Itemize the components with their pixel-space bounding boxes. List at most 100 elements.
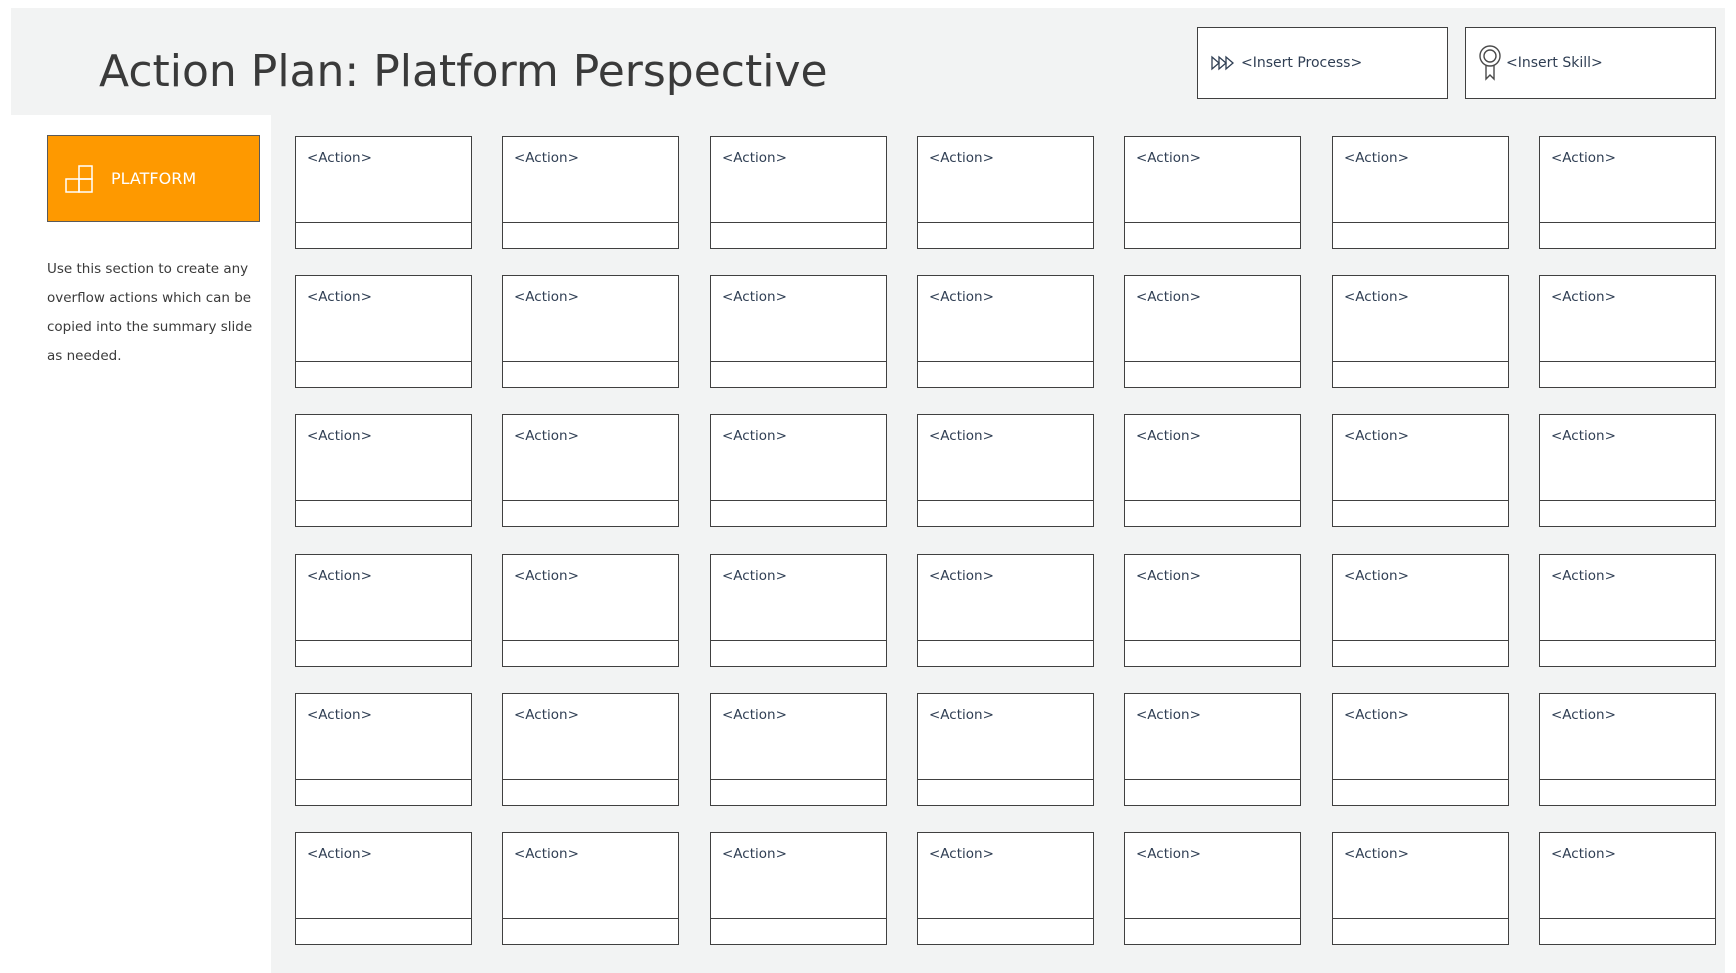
action-card-footer[interactable] bbox=[1333, 919, 1508, 944]
action-card-footer[interactable] bbox=[503, 919, 678, 944]
action-card-body[interactable]: <Action> bbox=[711, 276, 886, 362]
action-card[interactable]: <Action> bbox=[1539, 136, 1716, 249]
action-card-body[interactable]: <Action> bbox=[1540, 694, 1715, 780]
action-card[interactable]: <Action> bbox=[1332, 693, 1509, 806]
action-card-footer[interactable] bbox=[503, 362, 678, 387]
action-card-body[interactable]: <Action> bbox=[296, 694, 471, 780]
action-card-body[interactable]: <Action> bbox=[503, 276, 678, 362]
action-card[interactable]: <Action> bbox=[295, 275, 472, 388]
action-card[interactable]: <Action> bbox=[710, 832, 887, 945]
action-card[interactable]: <Action> bbox=[502, 414, 679, 527]
action-card-body[interactable]: <Action> bbox=[1125, 276, 1300, 362]
action-card[interactable]: <Action> bbox=[502, 693, 679, 806]
action-card-body[interactable]: <Action> bbox=[296, 276, 471, 362]
action-card-footer[interactable] bbox=[1333, 362, 1508, 387]
action-card[interactable]: <Action> bbox=[1332, 414, 1509, 527]
action-card[interactable]: <Action> bbox=[710, 554, 887, 667]
platform-button[interactable]: PLATFORM bbox=[47, 135, 260, 222]
action-card-body[interactable]: <Action> bbox=[711, 555, 886, 641]
action-card-footer[interactable] bbox=[1125, 223, 1300, 248]
action-card[interactable]: <Action> bbox=[295, 414, 472, 527]
action-card-body[interactable]: <Action> bbox=[711, 694, 886, 780]
action-card-footer[interactable] bbox=[296, 780, 471, 805]
action-card[interactable]: <Action> bbox=[502, 136, 679, 249]
action-card-body[interactable]: <Action> bbox=[1125, 415, 1300, 501]
action-card-footer[interactable] bbox=[711, 780, 886, 805]
action-card-footer[interactable] bbox=[296, 641, 471, 666]
action-card-footer[interactable] bbox=[296, 501, 471, 526]
action-card[interactable]: <Action> bbox=[1332, 554, 1509, 667]
action-card[interactable]: <Action> bbox=[502, 832, 679, 945]
action-card-footer[interactable] bbox=[1540, 362, 1715, 387]
action-card-body[interactable]: <Action> bbox=[296, 137, 471, 223]
action-card[interactable]: <Action> bbox=[295, 554, 472, 667]
action-card[interactable]: <Action> bbox=[295, 136, 472, 249]
action-card-body[interactable]: <Action> bbox=[1333, 415, 1508, 501]
action-card-body[interactable]: <Action> bbox=[1540, 276, 1715, 362]
action-card-footer[interactable] bbox=[1540, 223, 1715, 248]
insert-skill-box[interactable]: <Insert Skill> bbox=[1465, 27, 1716, 99]
action-card-footer[interactable] bbox=[296, 919, 471, 944]
action-card-body[interactable]: <Action> bbox=[1125, 833, 1300, 919]
action-card[interactable]: <Action> bbox=[1539, 275, 1716, 388]
action-card-footer[interactable] bbox=[1333, 780, 1508, 805]
action-card-body[interactable]: <Action> bbox=[1540, 833, 1715, 919]
action-card-footer[interactable] bbox=[711, 223, 886, 248]
action-card-footer[interactable] bbox=[918, 641, 1093, 666]
action-card-body[interactable]: <Action> bbox=[1125, 555, 1300, 641]
action-card-body[interactable]: <Action> bbox=[1333, 694, 1508, 780]
insert-process-box[interactable]: <Insert Process> bbox=[1197, 27, 1448, 99]
action-card-footer[interactable] bbox=[1125, 780, 1300, 805]
action-card-footer[interactable] bbox=[918, 223, 1093, 248]
action-card-body[interactable]: <Action> bbox=[711, 415, 886, 501]
action-card-footer[interactable] bbox=[503, 501, 678, 526]
action-card-body[interactable]: <Action> bbox=[1333, 555, 1508, 641]
action-card-body[interactable]: <Action> bbox=[1125, 694, 1300, 780]
action-card-footer[interactable] bbox=[918, 501, 1093, 526]
action-card-body[interactable]: <Action> bbox=[918, 694, 1093, 780]
action-card[interactable]: <Action> bbox=[917, 275, 1094, 388]
action-card[interactable]: <Action> bbox=[1332, 832, 1509, 945]
action-card-footer[interactable] bbox=[918, 919, 1093, 944]
action-card-footer[interactable] bbox=[711, 919, 886, 944]
action-card-footer[interactable] bbox=[711, 362, 886, 387]
action-card[interactable]: <Action> bbox=[710, 693, 887, 806]
action-card-footer[interactable] bbox=[1540, 641, 1715, 666]
action-card[interactable]: <Action> bbox=[710, 414, 887, 527]
action-card[interactable]: <Action> bbox=[917, 136, 1094, 249]
action-card[interactable]: <Action> bbox=[1124, 275, 1301, 388]
action-card[interactable]: <Action> bbox=[1124, 693, 1301, 806]
action-card-body[interactable]: <Action> bbox=[503, 137, 678, 223]
action-card-body[interactable]: <Action> bbox=[1125, 137, 1300, 223]
action-card-body[interactable]: <Action> bbox=[918, 833, 1093, 919]
action-card[interactable]: <Action> bbox=[1124, 832, 1301, 945]
action-card-body[interactable]: <Action> bbox=[711, 833, 886, 919]
action-card-body[interactable]: <Action> bbox=[503, 694, 678, 780]
action-card-footer[interactable] bbox=[711, 501, 886, 526]
action-card-footer[interactable] bbox=[1125, 501, 1300, 526]
action-card-footer[interactable] bbox=[711, 641, 886, 666]
action-card-footer[interactable] bbox=[1540, 780, 1715, 805]
action-card-footer[interactable] bbox=[1125, 919, 1300, 944]
action-card[interactable]: <Action> bbox=[502, 275, 679, 388]
action-card-body[interactable]: <Action> bbox=[296, 833, 471, 919]
action-card-body[interactable]: <Action> bbox=[1333, 833, 1508, 919]
action-card-body[interactable]: <Action> bbox=[1540, 137, 1715, 223]
action-card-body[interactable]: <Action> bbox=[711, 137, 886, 223]
action-card-footer[interactable] bbox=[503, 780, 678, 805]
action-card-body[interactable]: <Action> bbox=[918, 415, 1093, 501]
action-card[interactable]: <Action> bbox=[295, 693, 472, 806]
action-card-body[interactable]: <Action> bbox=[1540, 415, 1715, 501]
action-card[interactable]: <Action> bbox=[917, 414, 1094, 527]
action-card-body[interactable]: <Action> bbox=[918, 137, 1093, 223]
action-card[interactable]: <Action> bbox=[1539, 832, 1716, 945]
action-card[interactable]: <Action> bbox=[917, 832, 1094, 945]
action-card-body[interactable]: <Action> bbox=[503, 833, 678, 919]
action-card[interactable]: <Action> bbox=[1539, 414, 1716, 527]
action-card[interactable]: <Action> bbox=[1124, 136, 1301, 249]
action-card[interactable]: <Action> bbox=[710, 275, 887, 388]
action-card-footer[interactable] bbox=[1125, 362, 1300, 387]
action-card-footer[interactable] bbox=[1540, 919, 1715, 944]
action-card-footer[interactable] bbox=[918, 780, 1093, 805]
action-card[interactable]: <Action> bbox=[917, 554, 1094, 667]
